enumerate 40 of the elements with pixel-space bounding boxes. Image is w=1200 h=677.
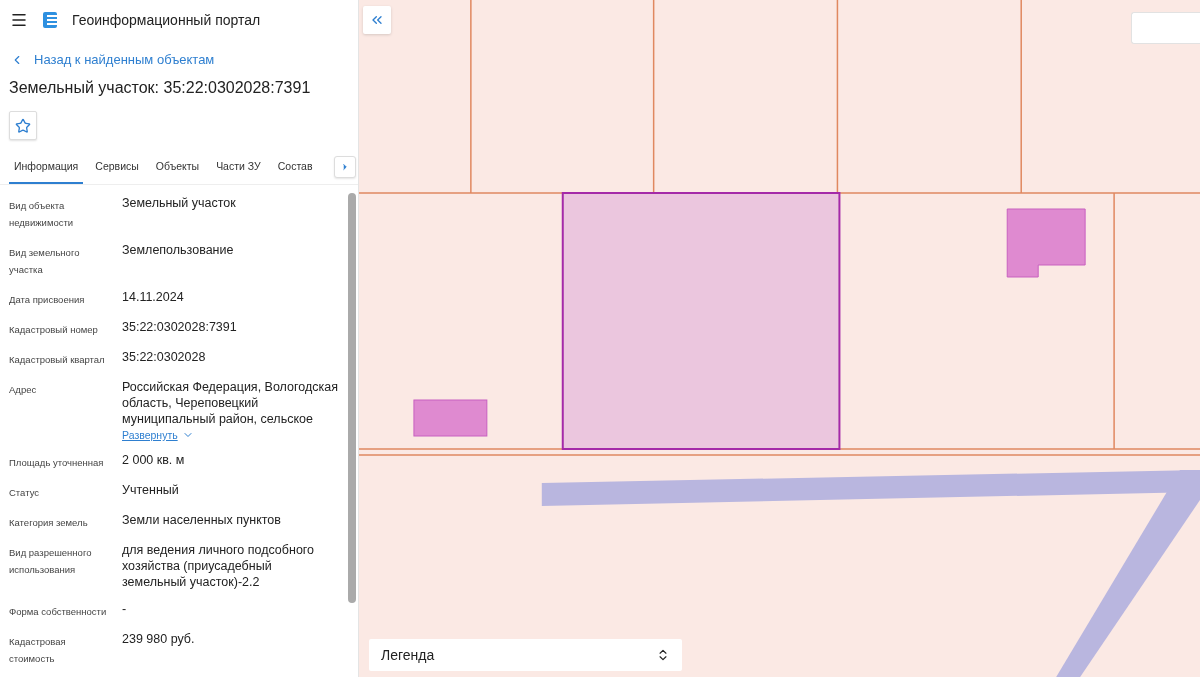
property-value: Российская Федерация, Вологодская область, Череповецкий муниципальный район, сельское — [122, 379, 338, 427]
property-label: Кадастровый квартал — [9, 353, 106, 367]
back-link[interactable]: Назад к найденным объектам — [10, 52, 215, 67]
property-value: 14.11.2024 — [122, 289, 185, 305]
property-label: Вид земельного участка — [9, 246, 81, 277]
property-label: Адрес — [9, 383, 38, 397]
star-icon — [15, 117, 31, 134]
property-value: 35:22:0302028 — [122, 349, 207, 365]
map-control-panel — [1131, 12, 1200, 44]
property-label: Площадь уточненная — [9, 456, 105, 470]
property-value: Учтенный — [122, 482, 180, 498]
tab[interactable]: Информация — [9, 152, 84, 184]
legend-dropdown[interactable]: Легенда — [369, 639, 682, 671]
property-label: Вид объекта недвижимости — [9, 199, 75, 230]
property-label: Кадастровая стоимость — [9, 635, 67, 666]
object-heading: Земельный участок: 35:22:0302028:7391 — [9, 79, 312, 97]
collapse-panel-button[interactable] — [363, 6, 391, 34]
property-value: Земли населенных пунктов — [122, 512, 282, 528]
portal-title: Геоинформационный портал — [72, 12, 261, 28]
property-value: - — [122, 601, 128, 617]
property-value: 35:22:0302028:7391 — [122, 319, 238, 335]
tab[interactable]: Состав — [272, 152, 318, 184]
chevron-right-icon — [340, 162, 350, 172]
property-label: Вид разрешенного использования — [9, 546, 93, 577]
expand-link[interactable]: Развернуть — [122, 429, 194, 441]
property-value: 2 000 кв. м — [122, 452, 186, 468]
tab[interactable]: Объекты — [150, 152, 205, 184]
property-value: Землепользование — [122, 242, 235, 258]
tab[interactable]: Сервисы — [90, 152, 144, 184]
property-value: для ведения личного подсобного хозяйства (приусадебный земельный участок)-2.2 — [122, 542, 316, 590]
property-label: Статус — [9, 486, 41, 500]
property-label: Форма собственности — [9, 605, 108, 619]
tab[interactable]: Части ЗУ — [211, 152, 266, 184]
logo-icon — [42, 11, 58, 29]
favorite-button[interactable] — [9, 111, 37, 140]
property-label: Категория земель — [9, 516, 89, 530]
property-value: Земельный участок — [122, 195, 237, 211]
property-value: 239 980 руб. — [122, 631, 196, 647]
property-label: Дата присвоения — [9, 293, 86, 307]
property-label: Кадастровый номер — [9, 323, 99, 337]
